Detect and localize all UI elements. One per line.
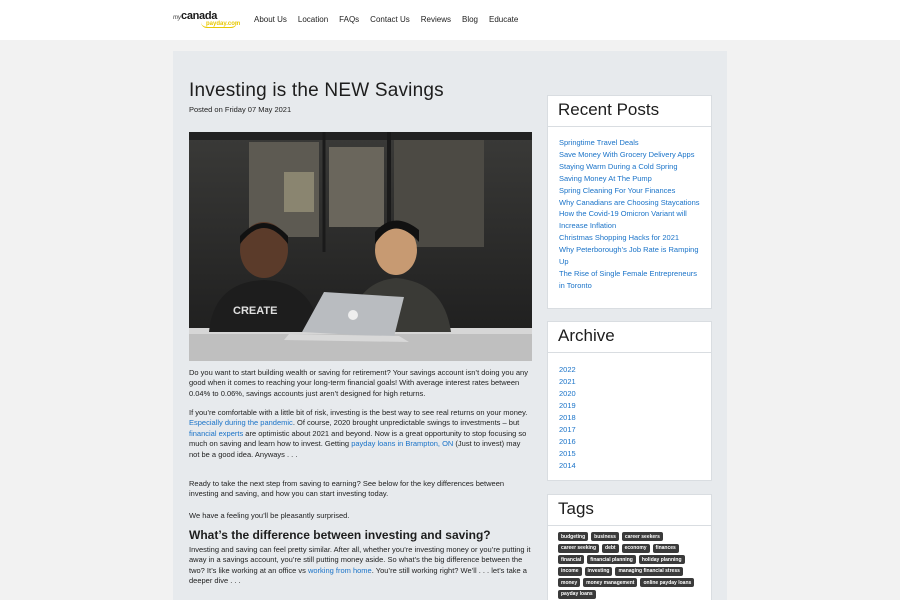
tag-link[interactable]: managing financial stress [615,566,683,576]
tags-card: Tags budgeting business career seekers c… [547,494,712,600]
tag-link[interactable]: business [591,532,619,541]
post-date: Posted on Friday 07 May 2021 [189,105,292,114]
tag-link[interactable]: financial planning [587,555,636,564]
tag-link[interactable]: income [558,566,582,576]
archive-year-link[interactable]: 2014 [559,460,700,472]
archive-year-link[interactable]: 2020 [559,388,700,400]
article-subheading: What’s the difference between investing … [189,528,491,542]
nav-contact-us[interactable]: Contact Us [370,15,410,24]
site-header: my canada payday.com About Us Location F… [0,0,900,40]
link-especially-during-pandemic[interactable]: Especially during the pandemic [189,418,293,427]
tag-link[interactable]: career seeking [558,543,600,553]
tag-link[interactable]: economy [621,543,650,553]
article-title: Investing is the NEW Savings [189,80,444,101]
tag-link[interactable]: debt [602,543,619,553]
archive-heading: Archive [548,322,711,353]
recent-post-link[interactable]: Spring Cleaning For Your Finances [559,185,700,197]
article-paragraph-3: Ready to take the next step from saving … [189,479,505,499]
recent-posts-list: Springtime Travel Deals Save Money With … [548,127,711,292]
archive-year-link[interactable]: 2016 [559,436,700,448]
recent-post-link[interactable]: Saving Money At The Pump [559,173,700,185]
recent-post-link[interactable]: Save Money With Grocery Delivery Apps [559,149,700,161]
recent-post-link[interactable]: Why Canadians are Choosing Staycations [559,197,700,209]
archive-year-link[interactable]: 2021 [559,376,700,388]
nav-location[interactable]: Location [298,15,328,24]
nav-reviews[interactable]: Reviews [421,15,451,24]
p2-text-2: . Of course, 2020 brought unpredictable … [292,418,520,428]
tag-link[interactable]: money management [583,578,638,587]
tag-link[interactable]: budgeting [558,532,589,541]
site-logo[interactable]: my canada payday.com [173,10,241,29]
recent-posts-heading: Recent Posts [548,96,711,127]
recent-post-link[interactable]: Why Peterborough’s Job Rate is Ramping U… [559,244,700,268]
link-payday-loans-brampton[interactable]: payday loans in Brampton, ON [351,439,453,448]
archive-card: Archive 2022 2021 2020 2019 2018 2017 20… [547,321,712,481]
archive-year-link[interactable]: 2015 [559,448,700,460]
recent-post-link[interactable]: Springtime Travel Deals [559,137,700,149]
nav-about-us[interactable]: About Us [254,15,287,24]
nav-educate[interactable]: Educate [489,15,518,24]
article-paragraph-2: If you’re comfortable with a little bit … [189,408,532,460]
tag-link[interactable]: financial [558,555,585,564]
link-working-from-home[interactable]: working from home [308,566,372,575]
tag-link[interactable]: investing [584,566,613,576]
hero-photo: CREATE [189,132,532,361]
tag-link[interactable]: money [558,578,581,587]
logo-my: my [173,15,181,21]
p2-text-1: If you’re comfortable with a little bit … [189,408,528,417]
archive-year-link[interactable]: 2017 [559,424,700,436]
article-paragraph-5: Investing and saving can feel pretty sim… [189,545,532,587]
recent-post-link[interactable]: The Rise of Single Female Entrepreneurs … [559,268,700,292]
tag-link[interactable]: holiday planning [638,555,685,564]
recent-posts-card: Recent Posts Springtime Travel Deals Sav… [547,95,712,309]
link-financial-experts[interactable]: financial experts [189,429,243,438]
archive-year-link[interactable]: 2018 [559,412,700,424]
article-hero-image: CREATE [189,132,532,361]
archive-list: 2022 2021 2020 2019 2018 2017 2016 2015 … [548,353,711,472]
logo-payday: payday.com [206,21,241,27]
tag-link[interactable]: career seekers [621,532,663,541]
archive-year-link[interactable]: 2022 [559,364,700,376]
article-paragraph-1: Do you want to start building wealth or … [189,368,528,398]
shirt-text: CREATE [233,305,277,317]
recent-post-link[interactable]: Christmas Shopping Hacks for 2021 [559,232,700,244]
nav-faqs[interactable]: FAQs [339,15,359,24]
tag-link[interactable]: payday loans [558,589,596,599]
recent-post-link[interactable]: How the Covid-19 Omicron Variant will In… [559,208,700,232]
main-nav: About Us Location FAQs Contact Us Review… [254,15,518,24]
tag-link[interactable]: finances [652,543,679,553]
tags-cloud: budgeting business career seekers career… [548,526,711,599]
tag-link[interactable]: online payday loans [640,578,695,587]
article-paragraph-4: We have a feeling you’ll be pleasantly s… [189,511,350,520]
nav-blog[interactable]: Blog [462,15,478,24]
recent-post-link[interactable]: Staying Warm During a Cold Spring [559,161,700,173]
archive-year-link[interactable]: 2019 [559,400,700,412]
tags-heading: Tags [548,495,711,526]
